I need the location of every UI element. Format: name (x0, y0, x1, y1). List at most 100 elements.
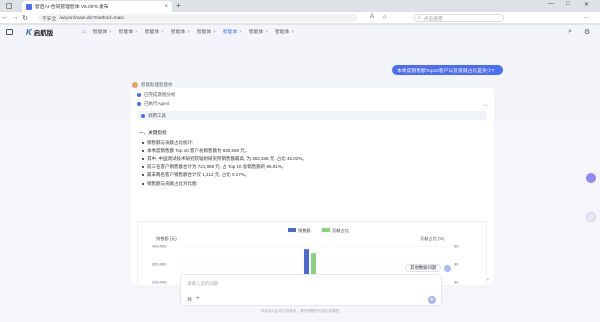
plus-icon[interactable]: + (196, 296, 200, 302)
close-icon[interactable]: × (135, 29, 138, 34)
app-tab-label: 智能体 (274, 30, 290, 35)
minimize-icon[interactable]: — (548, 1, 554, 7)
browser-tab[interactable]: 智启AI-合同管理智体 V6.0/F5 发布 × (22, 1, 172, 12)
chevron-up-icon[interactable]: ︿ (483, 101, 488, 108)
list-item: 前三名客户销售额合计为 721,969 元, 占 Top 10 总销售额的 86… (139, 163, 484, 171)
logo-name: 启航版 (33, 30, 54, 37)
forward-icon[interactable]: → (10, 14, 20, 21)
maximize-icon[interactable]: □ (566, 1, 570, 7)
close-window-icon[interactable]: ✕ (584, 1, 589, 8)
close-icon[interactable]: × (239, 29, 242, 34)
floating-assistant-icon[interactable] (586, 173, 596, 183)
step-label: 已完成意图分析 (144, 92, 176, 97)
chat-input-box[interactable]: 请输入您的问题 ⌘ + ➤ (180, 274, 442, 306)
send-icon[interactable]: ➤ (428, 296, 436, 304)
bullet-list: 销售额与贡献占比统计: 本季度销售额 Top 10 客户总销售额为 830,69… (139, 139, 484, 188)
close-icon[interactable]: × (291, 29, 294, 34)
y-tick-right: 40 (454, 262, 459, 267)
close-tab-icon[interactable]: × (164, 4, 168, 10)
url-text: /aeyon/main.do?method=main (59, 15, 125, 21)
more-menu-icon[interactable]: … (583, 14, 589, 20)
chat-input-placeholder: 请输入您的问题 (187, 281, 219, 286)
step-agent-executed[interactable]: 已执行Agent (137, 101, 169, 107)
y-tick-right: 30 (454, 280, 459, 285)
app-tab-5[interactable]: 智能体 × (197, 28, 216, 35)
security-label[interactable]: 不安全 (42, 15, 56, 22)
y-axis-right-title: 贡献占比 (%) (420, 235, 445, 242)
answer-content: 一、关键指标 销售额与贡献占比统计: 本季度销售额 Top 10 客户总销售额为… (139, 130, 484, 188)
y-tick-left: 400,000 (152, 244, 167, 249)
app-tab-label: 智能体 (222, 30, 238, 35)
search-icon[interactable]: ⌕ (568, 28, 572, 36)
close-icon[interactable]: × (265, 29, 268, 34)
legend-label: 贡献占比 (332, 227, 349, 234)
favorite-star-icon[interactable]: ☆ (382, 14, 387, 21)
list-item: 销售额与贡献占比统计: (139, 139, 484, 147)
step-check-icon (137, 93, 141, 97)
y-tick-right: 50 (454, 244, 459, 249)
app-tab-label: 智能体 (118, 30, 134, 35)
step-intent-analysis: 已完成意图分析 (137, 92, 176, 98)
tool-icon (141, 113, 145, 118)
search-icon: ⌕ (418, 16, 421, 21)
sidebar-toggle-icon[interactable] (6, 29, 13, 35)
attach-icon[interactable]: ⌘ (187, 297, 192, 303)
legend-swatch (288, 228, 296, 232)
app-tab-label: 智能体 (248, 30, 264, 35)
app-tab-6-active[interactable]: 智能体 × (223, 28, 242, 35)
app-tab-8[interactable]: 智能体 × (275, 28, 294, 35)
bot-response-card: 已完成意图分析 已执行Agent ︿ 调用工具 一、关键指标 销售额与贡献占比统… (131, 88, 494, 285)
list-item: 其中, 中国测试技术研究院辐射研究所销售额最高, 为 382,336 元, 占比… (139, 155, 484, 163)
close-icon[interactable]: × (213, 29, 216, 34)
y-axis-left-title: 销售额 (元) (156, 235, 177, 242)
browser-search-field[interactable]: ⌕ 点击搜索 (414, 14, 504, 22)
list-item: 本季度销售额 Top 10 客户总销售额为 830,699 元。 (139, 147, 484, 155)
scroll-down-icon[interactable]: ⌄ (486, 276, 490, 282)
address-bar-row: ← → ↻ 不安全 /aeyon/main.do?method=main A ☆… (0, 12, 600, 24)
settings-gear-icon[interactable]: ⚙ (584, 28, 590, 36)
app-tab-1[interactable]: 智能体 × (93, 28, 112, 35)
y-tick-left: 200,000 (152, 280, 167, 285)
step-check-icon (137, 102, 141, 106)
close-icon[interactable]: × (187, 29, 190, 34)
app-tab-4[interactable]: 智能体 × (171, 28, 190, 35)
home-icon[interactable]: ⌂ (82, 29, 86, 35)
floating-tool-icon[interactable] (586, 212, 596, 222)
legend-label: 销售额 (298, 227, 311, 234)
app-tab-3[interactable]: 智能体 × (145, 28, 164, 35)
app-tab-label: 智能体 (196, 30, 212, 35)
read-aloud-icon[interactable]: A (370, 14, 374, 20)
app-tab-label: 智能体 (144, 30, 160, 35)
favicon-icon (26, 3, 32, 10)
list-item: 销售额与贡献占比对比图: (139, 180, 484, 188)
back-icon[interactable]: ← (0, 14, 10, 21)
app-window: K 启航版 ⌂ 智能体 × 智能体 × 智能体 × 智能体 × 智能体 × 智能体 × 智能… (0, 25, 600, 322)
app-logo: K 启航版 (26, 27, 54, 38)
logo-mark: K (26, 27, 32, 37)
suggestion-area: 其他数据问题 (405, 264, 452, 272)
assistant-avatar (444, 264, 452, 272)
app-tab-2[interactable]: 智能体 × (119, 28, 138, 35)
tab-actions-icon[interactable] (6, 3, 12, 9)
suggestion-button[interactable]: 其他数据问题 (405, 264, 442, 272)
app-tab-label: 智能体 (170, 30, 186, 35)
browser-tab-strip: 智启AI-合同管理智体 V6.0/F5 发布 × + — □ ✕ (0, 0, 600, 12)
browser-tab-title: 智启AI-合同管理智体 V6.0/F5 发布 (35, 5, 109, 10)
footer-disclaimer: 内容由AI生成仅供参考，请仔细甄别内容的准确性 (260, 309, 340, 313)
reload-icon[interactable]: ↻ (20, 14, 30, 22)
app-tabs: ⌂ 智能体 × 智能体 × 智能体 × 智能体 × 智能体 × 智能体 × 智能体 × 智能体… (82, 28, 294, 36)
legend-swatch (322, 228, 330, 232)
close-icon[interactable]: × (161, 29, 164, 34)
close-icon[interactable]: × (109, 29, 112, 34)
y-tick-left: 300,000 (152, 262, 167, 267)
user-message-bubble: 本季度销售额Top10客户以及贡献占比是多少? (392, 65, 503, 75)
browser-search-placeholder: 点击搜索 (423, 16, 443, 22)
app-tab-7[interactable]: 智能体 × (249, 28, 268, 35)
new-tab-button[interactable]: + (176, 1, 181, 10)
tool-label: 调用工具 (148, 112, 166, 118)
step-label: 已执行Agent (144, 101, 170, 106)
section-title: 一、关键指标 (139, 130, 167, 135)
url-field[interactable]: 不安全 /aeyon/main.do?method=main (38, 14, 358, 22)
tool-call-row[interactable]: 调用工具 (137, 111, 487, 120)
list-item: 最末两名客户销售额合计仅 1,412 元, 占比 0.17%。 (139, 171, 484, 179)
